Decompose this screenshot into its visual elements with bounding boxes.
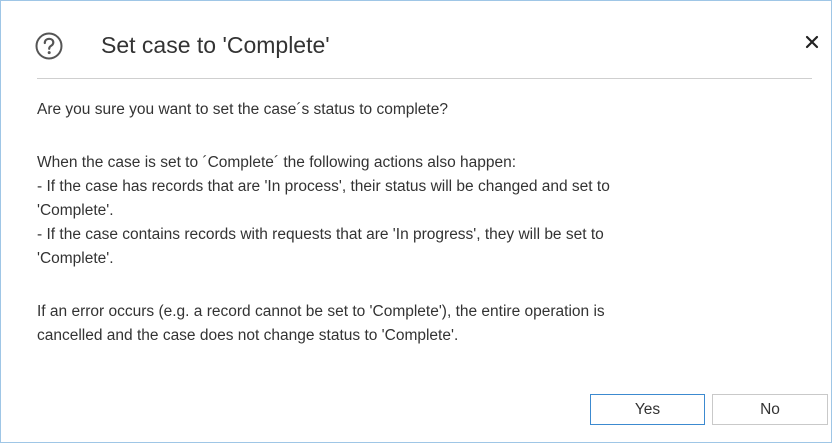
details-bullet-2: - If the case contains records with requ…	[37, 226, 604, 243]
details-bullet-1-cont: 'Complete'.	[37, 202, 114, 219]
question-circle-icon	[35, 32, 63, 60]
error-note-line-1: If an error occurs (e.g. a record cannot…	[37, 303, 605, 320]
details-bullet-2-cont: 'Complete'.	[37, 250, 114, 267]
confirm-dialog: Set case to 'Complete' Are you sure you …	[0, 0, 832, 443]
dialog-title: Set case to 'Complete'	[101, 32, 330, 58]
confirm-question: Are you sure you want to set the case´s …	[37, 101, 448, 118]
error-note-line-2: cancelled and the case does not change s…	[37, 327, 459, 344]
details-bullet-1: - If the case has records that are 'In p…	[37, 178, 610, 195]
yes-button[interactable]: Yes	[590, 394, 705, 425]
header-divider	[37, 78, 812, 79]
no-button[interactable]: No	[712, 394, 828, 425]
dialog-header: Set case to 'Complete'	[1, 1, 831, 78]
details-intro: When the case is set to ´Complete´ the f…	[37, 154, 517, 171]
close-icon[interactable]	[799, 29, 825, 55]
